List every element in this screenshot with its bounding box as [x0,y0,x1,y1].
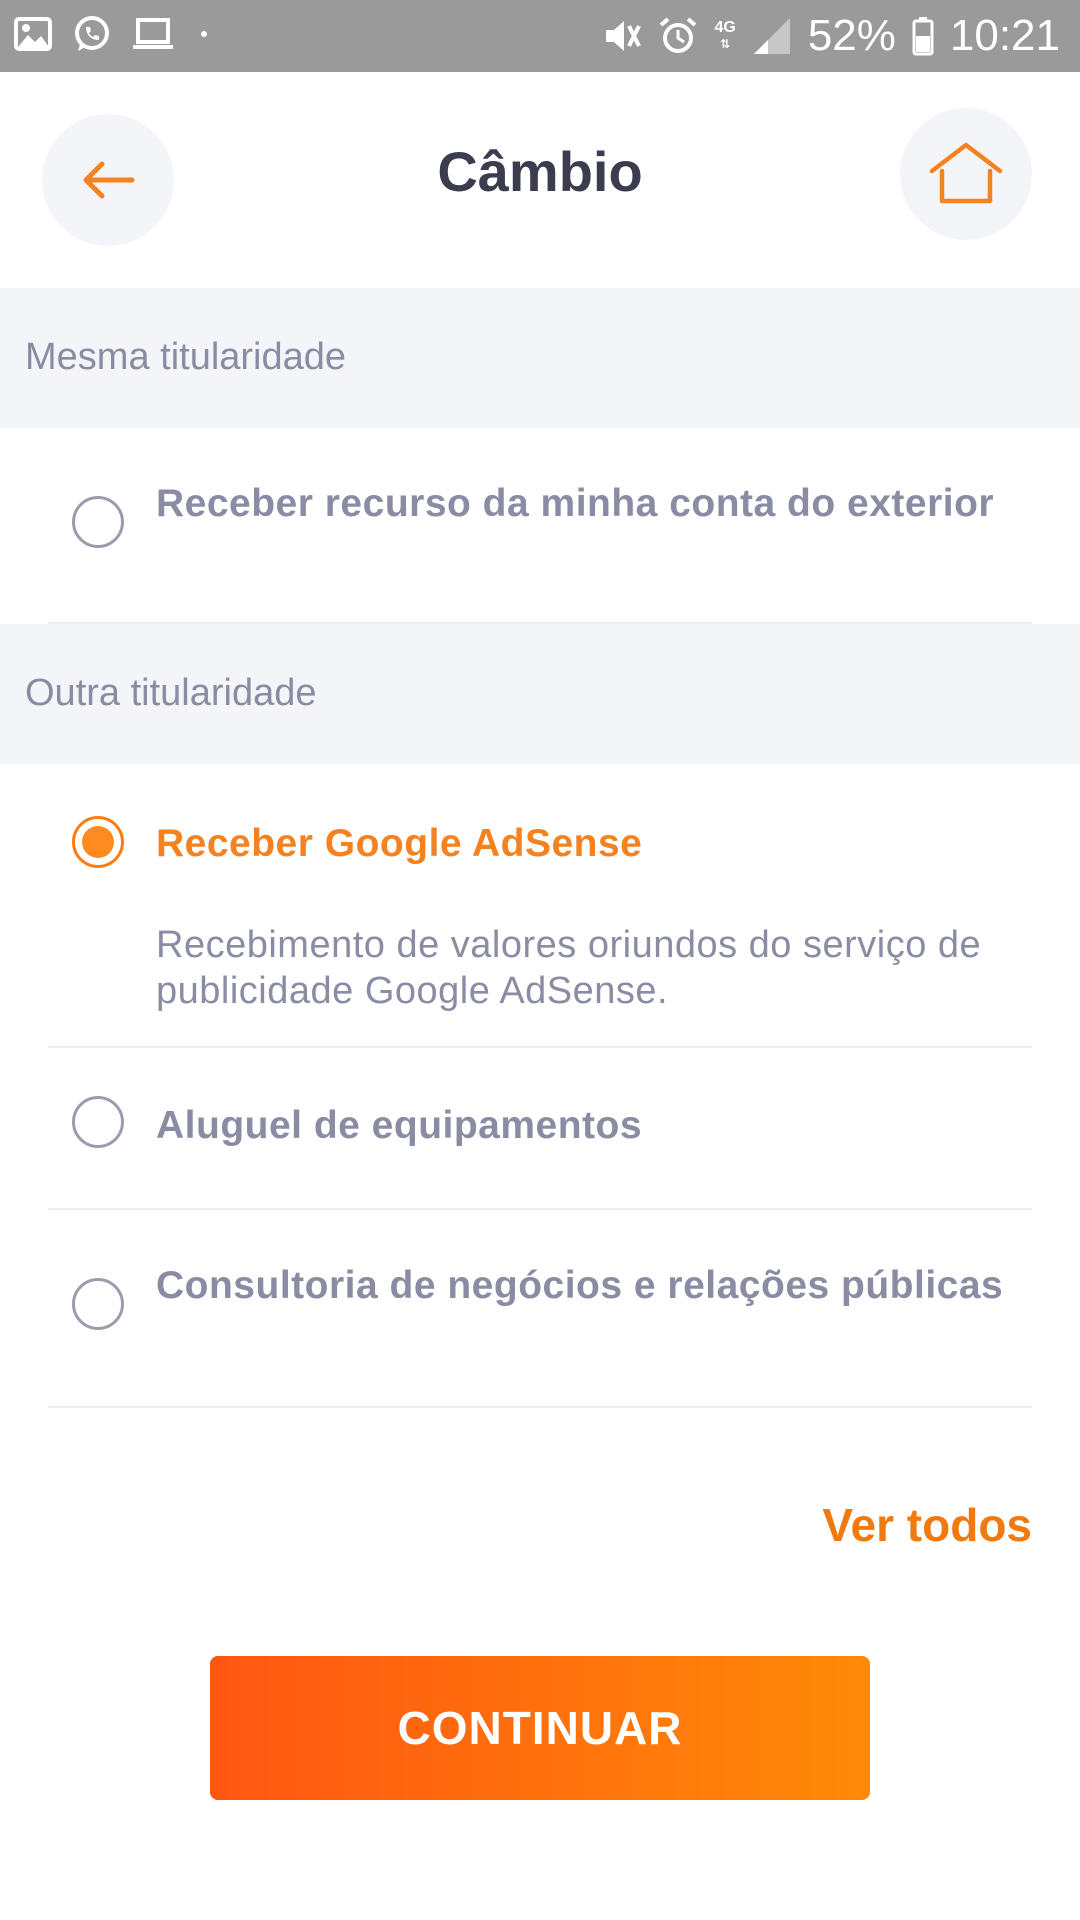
see-all-link[interactable]: Ver todos [822,1498,1032,1552]
battery-icon [912,17,934,56]
option-google-adsense[interactable]: Receber Google AdSense Recebimento de va… [0,764,1080,1046]
alarm-icon [660,17,697,53]
section-header-same-owner: Mesma titularidade [0,288,1080,428]
status-bar-right-icons: 4G ⇅ 52% 10:21 [602,10,1060,62]
radio-button[interactable] [72,496,124,548]
option-label: Receber Google AdSense [156,822,643,865]
network-4g-icon: 4G ⇅ [714,19,736,52]
option-label: Receber recurso da minha conta do exteri… [156,482,995,525]
divider [48,1406,1032,1408]
option-business-consulting[interactable]: Consultoria de negócios e relações públi… [0,1210,1080,1406]
header: Câmbio [0,72,1080,288]
home-icon [929,142,1003,204]
signal-icon [753,18,790,54]
status-bar-left-icons [14,14,214,54]
section-title: Mesma titularidade [25,336,347,378]
status-bar: 4G ⇅ 52% 10:21 [0,0,1080,72]
vibrate-mute-icon [606,21,642,51]
radio-button[interactable] [72,1278,124,1330]
section-title: Outra titularidade [25,672,317,714]
laptop-icon [133,18,173,49]
dot-icon [201,31,207,37]
option-own-foreign-account[interactable]: Receber recurso da minha conta do exteri… [0,428,1080,622]
radio-button-selected[interactable] [72,816,124,868]
radio-button[interactable] [72,1096,124,1148]
image-icon [14,17,52,51]
option-description: Recebimento de valores oriundos do servi… [156,924,982,1012]
option-equipment-rental[interactable]: Aluguel de equipamentos [0,1048,1080,1208]
whatsapp-icon [75,16,109,51]
continue-button-label: CONTINUAR [397,1702,683,1754]
continue-button[interactable]: CONTINUAR [210,1656,870,1800]
home-button[interactable] [900,108,1032,240]
clock: 10:21 [949,11,1060,60]
battery-percent: 52% [807,11,896,60]
option-label: Consultoria de negócios e relações públi… [156,1264,1004,1307]
section-header-other-owner: Outra titularidade [0,624,1080,764]
option-label: Aluguel de equipamentos [156,1104,643,1147]
